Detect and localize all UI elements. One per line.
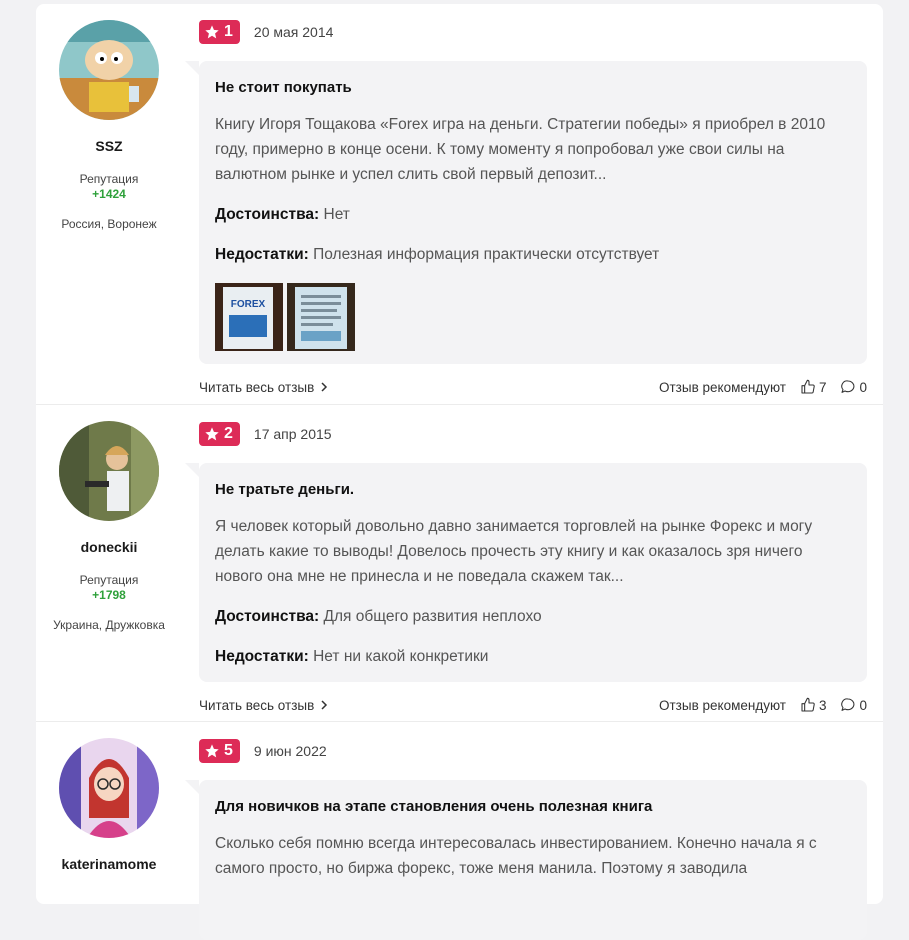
review-text: Я человек который довольно давно занимае… — [215, 518, 813, 585]
comment-icon — [841, 380, 855, 393]
cons-label: Недостатки: — [215, 246, 309, 263]
rating-badge: 5 — [199, 739, 240, 763]
like-button[interactable]: 3 — [800, 697, 827, 713]
pros-label: Достоинства: — [215, 206, 320, 223]
star-icon — [205, 25, 219, 39]
avatar[interactable] — [59, 738, 159, 838]
read-more-label: Читать весь отзыв — [199, 697, 315, 713]
avatar[interactable] — [59, 20, 159, 120]
recommend-label: Отзыв рекомендуют — [659, 379, 786, 395]
review-card: doneckii Репутация +1798 Украина, Дружко… — [36, 405, 883, 722]
pros-text: Нет — [323, 206, 350, 223]
review-text: Сколько себя помню всегда интересовалась… — [215, 835, 817, 877]
review-date: 17 апр 2015 — [253, 426, 332, 442]
review-photos: FOREX — [215, 283, 851, 351]
recommend-label: Отзыв рекомендуют — [659, 697, 786, 713]
comment-icon — [841, 698, 855, 711]
rating-value: 1 — [224, 23, 233, 40]
rating-badge: 1 — [199, 20, 240, 44]
avatar[interactable] — [59, 421, 159, 521]
review-title[interactable]: Не стоит покупать — [215, 79, 851, 96]
review-author: SSZ Репутация +1424 Россия, Воронеж — [36, 20, 182, 232]
review-card: SSZ Репутация +1424 Россия, Воронеж 1 20… — [36, 4, 883, 405]
thumbs-up-icon — [801, 697, 815, 712]
svg-text:FOREX: FOREX — [231, 299, 266, 310]
pros: Достоинства: Для общего развития неплохо — [215, 605, 851, 629]
review-author: doneckii Репутация +1798 Украина, Дружко… — [36, 421, 182, 633]
reviews-feed: SSZ Репутация +1424 Россия, Воронеж 1 20… — [36, 4, 883, 940]
reputation-value: +1424 — [92, 187, 126, 201]
review-title[interactable]: Для новичков на этапе становления очень … — [215, 798, 851, 815]
comments-button[interactable]: 0 — [840, 697, 867, 713]
like-button[interactable]: 7 — [800, 379, 827, 395]
cons-text: Полезная информация практически отсутств… — [313, 246, 660, 263]
review-date: 20 мая 2014 — [253, 24, 334, 40]
location: Россия, Воронеж — [61, 217, 157, 231]
read-full-review-link[interactable]: Читать весь отзыв — [199, 380, 328, 395]
chevron-right-icon — [321, 382, 328, 392]
thumbs-up-icon — [801, 379, 815, 394]
review-card: katerinamome 5 9 июн 2022 Для новичков н… — [36, 722, 883, 940]
pros-text: Для общего развития неплохо — [323, 608, 542, 625]
reputation-value: +1798 — [92, 588, 126, 602]
username[interactable]: katerinamome — [36, 856, 182, 872]
review-title[interactable]: Не тратьте деньги. — [215, 481, 851, 498]
cons-label: Недостатки: — [215, 648, 309, 665]
username[interactable]: doneckii — [36, 539, 182, 555]
cons: Недостатки: Нет ни какой конкретики — [215, 645, 851, 669]
book-cover-photo[interactable]: FOREX — [215, 283, 283, 351]
reputation-label: Репутация — [79, 573, 139, 587]
reputation-label: Репутация — [79, 172, 139, 186]
pros: Достоинства: Нет — [215, 203, 851, 227]
star-icon — [205, 427, 219, 441]
rating-value: 2 — [224, 425, 233, 442]
location: Украина, Дружковка — [53, 618, 165, 632]
book-back-photo[interactable] — [287, 283, 355, 351]
rating-badge: 2 — [199, 422, 240, 446]
review-date: 9 июн 2022 — [253, 743, 327, 759]
read-more-label: Читать весь отзыв — [199, 379, 315, 395]
rating-value: 5 — [224, 742, 233, 759]
comment-count: 0 — [859, 379, 867, 395]
like-count: 3 — [818, 697, 827, 713]
comments-button[interactable]: 0 — [840, 379, 867, 395]
pros-label: Достоинства: — [215, 608, 320, 625]
read-full-review-link[interactable]: Читать весь отзыв — [199, 698, 328, 713]
review-body: Не стоит покупать Книгу Игоря Тощакова «… — [185, 61, 867, 364]
review-body: Не тратьте деньги. Я человек который дов… — [185, 463, 867, 682]
review-author: katerinamome — [36, 738, 182, 872]
like-count: 7 — [818, 379, 827, 395]
star-icon — [205, 744, 219, 758]
chevron-right-icon — [321, 700, 328, 710]
cons-text: Нет ни какой конкретики — [313, 648, 489, 665]
review-body: Для новичков на этапе становления очень … — [185, 780, 867, 940]
username[interactable]: SSZ — [36, 138, 182, 154]
cons: Недостатки: Полезная информация практиче… — [215, 243, 851, 267]
review-text: Книгу Игоря Тощакова «Forex игра на день… — [215, 116, 826, 183]
comment-count: 0 — [859, 697, 867, 713]
